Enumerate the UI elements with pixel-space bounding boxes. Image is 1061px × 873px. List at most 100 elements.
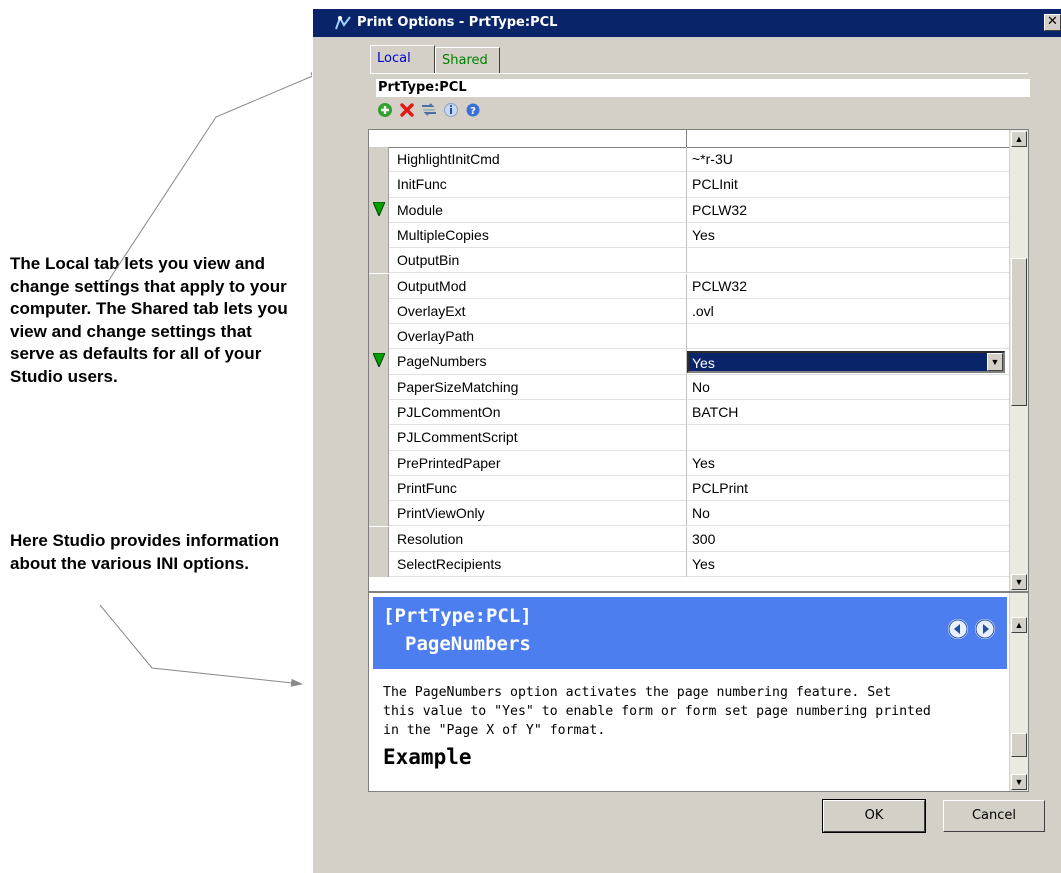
option-name: OutputMod — [389, 273, 687, 299]
option-value[interactable]: No — [687, 501, 1009, 527]
grid-scrollbar[interactable]: ▲ ▼ — [1009, 130, 1028, 591]
back-arrow-icon[interactable] — [948, 619, 968, 639]
table-row[interactable]: MultipleCopies Yes — [369, 222, 1009, 249]
row-gutter — [369, 551, 389, 578]
help-line: in the "Page X of Y" format. — [383, 723, 606, 738]
table-row[interactable]: Resolution 300 — [369, 526, 1009, 552]
grid-header — [369, 130, 1009, 148]
value-select[interactable]: Yes ▼ — [687, 351, 1005, 374]
ok-button[interactable]: OK — [822, 799, 926, 833]
table-row[interactable]: Module PCLW32 — [369, 197, 1009, 223]
option-value[interactable]: PCLW32 — [687, 274, 1009, 299]
option-value[interactable]: .ovl — [687, 299, 1009, 325]
row-gutter — [369, 400, 389, 426]
scroll-up-button[interactable]: ▲ — [1011, 131, 1027, 147]
tab-divider — [370, 73, 1028, 74]
close-button[interactable]: ✕ — [1044, 14, 1061, 31]
option-value[interactable] — [687, 425, 1009, 451]
help-scrollbar[interactable]: ▲ ▼ — [1009, 593, 1028, 791]
option-value[interactable]: No — [687, 375, 1009, 400]
table-row[interactable]: OutputMod PCLW32 — [369, 273, 1009, 299]
forward-arrow-icon[interactable] — [975, 619, 995, 639]
tab-local[interactable]: Local — [370, 45, 435, 73]
option-value[interactable]: PCLInit — [687, 172, 1009, 198]
option-name: OutputBin — [389, 248, 687, 274]
row-gutter — [369, 374, 389, 400]
modified-marker-icon — [373, 353, 385, 368]
option-name: SelectRecipients — [389, 551, 687, 578]
table-row[interactable]: PrePrintedPaper Yes — [369, 450, 1009, 476]
help-option-title: PageNumbers — [405, 633, 531, 655]
info-icon[interactable] — [442, 101, 460, 119]
option-value[interactable]: PCLPrint — [687, 476, 1009, 502]
help-icon[interactable]: ? — [464, 101, 482, 119]
option-value[interactable]: ~*r-3U — [687, 147, 1009, 173]
title-bar[interactable]: Print Options - PrtType:PCL ✕ — [313, 9, 1061, 37]
option-name: OverlayPath — [389, 324, 687, 350]
close-icon: ✕ — [1047, 14, 1058, 29]
delete-icon[interactable] — [398, 101, 416, 119]
add-icon[interactable] — [376, 101, 394, 119]
option-name: PrintFunc — [389, 475, 687, 502]
option-value[interactable]: BATCH — [687, 400, 1009, 426]
help-scroll-down-button[interactable]: ▼ — [1011, 774, 1027, 790]
table-row[interactable]: PJLCommentOn BATCH — [369, 400, 1009, 426]
help-pane-leader — [99, 604, 303, 687]
row-gutter — [369, 450, 389, 476]
row-gutter — [369, 172, 389, 198]
scroll-thumb[interactable] — [1011, 258, 1027, 406]
row-gutter — [369, 501, 389, 527]
table-row[interactable]: OverlayPath — [369, 324, 1009, 350]
option-value[interactable]: Yes — [687, 552, 1009, 578]
cancel-button[interactable]: Cancel — [943, 800, 1045, 832]
option-value[interactable] — [687, 248, 1009, 274]
row-gutter — [369, 147, 389, 173]
print-options-dialog: Print Options - PrtType:PCL ✕ Local Shar… — [312, 9, 1061, 873]
option-value[interactable]: 300 — [687, 527, 1009, 552]
app-icon — [335, 15, 351, 30]
edit-icon[interactable] — [420, 101, 438, 119]
option-value[interactable]: PCLW32 — [687, 198, 1009, 223]
row-gutter — [369, 197, 389, 223]
option-value[interactable]: Yes — [687, 223, 1009, 249]
scroll-down-button[interactable]: ▼ — [1011, 574, 1027, 590]
chevron-down-icon[interactable]: ▼ — [987, 353, 1003, 372]
option-value[interactable] — [687, 324, 1009, 350]
option-name: PrePrintedPaper — [389, 450, 687, 476]
table-row[interactable]: PJLCommentScript — [369, 425, 1009, 451]
help-scroll-thumb[interactable] — [1011, 733, 1027, 757]
option-name: PJLCommentOn — [389, 400, 687, 426]
option-value[interactable]: Yes — [687, 451, 1009, 476]
option-name: Module — [389, 197, 687, 223]
option-name: PrintViewOnly — [389, 501, 687, 527]
option-name: PageNumbers — [389, 349, 687, 375]
row-gutter — [369, 222, 389, 249]
modified-marker-icon — [373, 201, 385, 216]
option-value-dropdown[interactable]: Yes ▼ — [687, 349, 1009, 375]
selected-value: Yes — [692, 355, 715, 372]
options-grid: HighlightInitCmd ~*r-3U InitFunc PCLInit Mod… — [368, 129, 1029, 592]
option-name: MultipleCopies — [389, 222, 687, 249]
local-tab-leader — [106, 71, 323, 284]
option-name: Resolution — [389, 526, 687, 552]
row-gutter — [369, 273, 389, 299]
row-gutter — [369, 324, 389, 350]
svg-text:?: ? — [470, 106, 476, 117]
table-row[interactable]: OutputBin — [369, 248, 1009, 274]
dialog-title: Print Options - PrtType:PCL — [357, 15, 558, 30]
help-section-title: [PrtType:PCL] — [383, 605, 532, 627]
table-row[interactable]: HighlightInitCmd ~*r-3U — [369, 147, 1009, 173]
help-line: The PageNumbers option activates the pag… — [383, 685, 892, 700]
table-row[interactable]: PrintViewOnly No — [369, 501, 1009, 527]
table-row[interactable]: SelectRecipients Yes — [369, 551, 1009, 578]
table-row[interactable]: PageNumbers Yes ▼ — [369, 349, 1009, 375]
help-scroll-up-button[interactable]: ▲ — [1011, 617, 1027, 633]
option-name: HighlightInitCmd — [389, 147, 687, 173]
table-row[interactable]: InitFunc PCLInit — [369, 172, 1009, 198]
table-row[interactable]: OverlayExt .ovl — [369, 298, 1009, 325]
table-row[interactable]: PrintFunc PCLPrint — [369, 475, 1009, 502]
row-gutter — [369, 475, 389, 502]
tab-shared[interactable]: Shared — [435, 47, 500, 73]
table-row[interactable]: PaperSizeMatching No — [369, 374, 1009, 400]
help-header: [PrtType:PCL] PageNumbers — [373, 597, 1007, 669]
